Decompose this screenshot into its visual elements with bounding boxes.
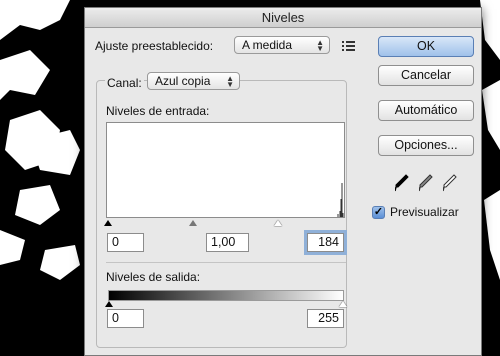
gray-eyedropper-icon[interactable] (419, 174, 433, 192)
input-gamma-field[interactable]: 1,00 (206, 233, 249, 252)
preview-checkbox[interactable]: ✓ (372, 206, 385, 219)
options-button[interactable]: Opciones... (378, 135, 474, 156)
divider (106, 262, 346, 263)
white-eyedropper-icon[interactable] (443, 174, 457, 192)
options-list-icon[interactable] (342, 40, 356, 51)
input-white-slider[interactable] (274, 220, 282, 226)
input-gamma-slider[interactable] (189, 220, 197, 226)
ok-button[interactable]: OK (378, 36, 474, 57)
output-white-field[interactable]: 255 (307, 309, 344, 328)
input-white-field[interactable]: 184 (307, 233, 344, 252)
preset-label: Ajuste preestablecido: (95, 39, 214, 53)
cancel-button[interactable]: Cancelar (378, 65, 474, 86)
channel-label: Canal: (105, 76, 144, 90)
input-black-field[interactable]: 0 (107, 233, 144, 252)
levels-dialog: Niveles Ajuste preestablecido: A medida … (84, 7, 482, 356)
output-black-field[interactable]: 0 (107, 309, 144, 328)
output-white-slider[interactable] (339, 301, 347, 307)
output-black-slider[interactable] (105, 301, 113, 307)
input-black-slider[interactable] (104, 220, 112, 226)
preview-label: Previsualizar (390, 205, 459, 219)
auto-button[interactable]: Automático (378, 100, 474, 121)
preset-select[interactable]: A medida ▲ ▼ (234, 36, 330, 54)
histogram (106, 122, 345, 218)
input-levels-label: Niveles de entrada: (106, 104, 210, 118)
channel-value: Azul copia (155, 74, 211, 88)
window-title: Niveles (85, 8, 481, 28)
output-levels-label: Niveles de salida: (106, 270, 201, 284)
preset-value: A medida (242, 38, 293, 52)
output-gradient-bar (108, 290, 344, 301)
black-eyedropper-icon[interactable] (395, 174, 409, 192)
channel-select[interactable]: Azul copia ▲ ▼ (147, 72, 240, 90)
